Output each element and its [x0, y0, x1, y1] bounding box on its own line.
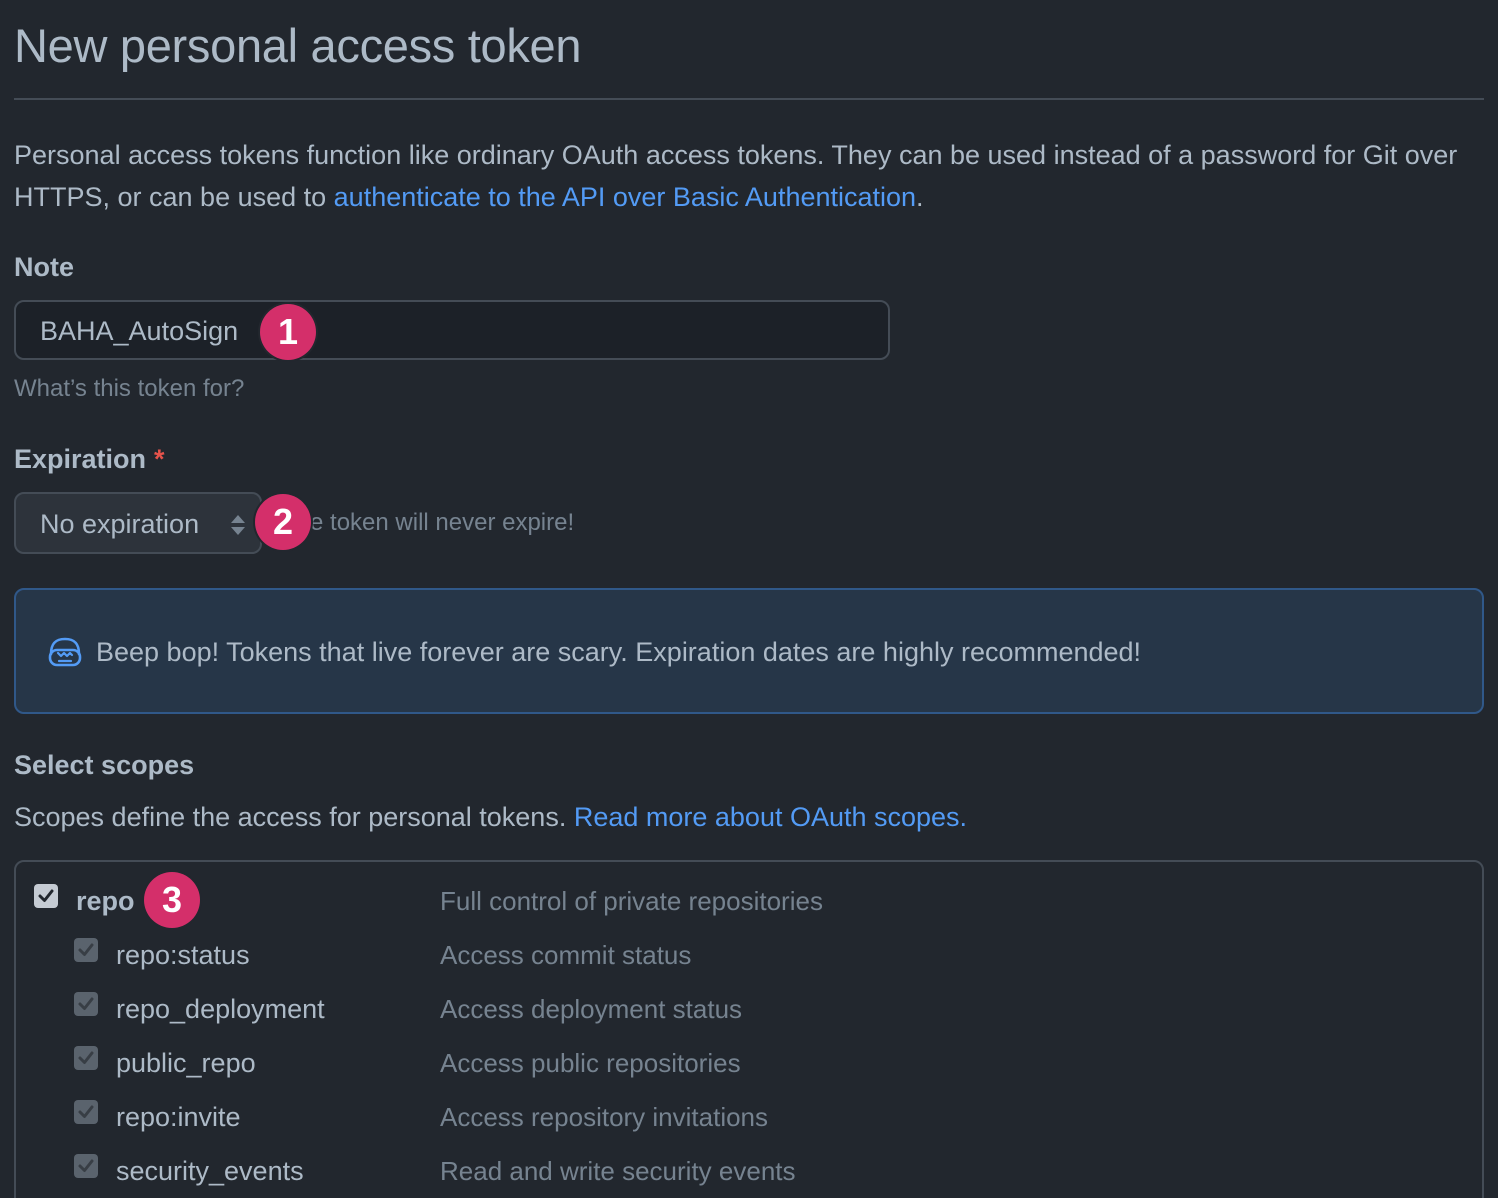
- scope-description: Access public repositories: [440, 1048, 741, 1078]
- note-input-value[interactable]: BAHA_AutoSign: [40, 316, 238, 347]
- step-badge-2: 2: [255, 494, 311, 550]
- scope-checkbox-repo[interactable]: [34, 884, 58, 908]
- oauth-scopes-link[interactable]: Read more about OAuth scopes.: [574, 802, 967, 832]
- expiration-label-text: Expiration: [14, 444, 147, 474]
- token-page: New personal access token Personal acces…: [0, 0, 1498, 1198]
- warning-text: Beep bop! Tokens that live forever are s…: [96, 637, 1142, 667]
- scope-name[interactable]: repo_deployment: [116, 994, 325, 1025]
- checkmark-icon: [78, 1159, 94, 1172]
- checkmark-icon: [78, 943, 94, 956]
- scopes-list: repo Full control of private repositorie…: [14, 860, 1484, 1198]
- scope-description: Access repository invitations: [440, 1102, 769, 1132]
- title-divider: [14, 98, 1484, 100]
- scopes-description: Scopes define the access for personal to…: [14, 802, 967, 833]
- basic-auth-link[interactable]: authenticate to the API over Basic Authe…: [334, 182, 916, 212]
- required-mark: *: [154, 444, 165, 474]
- note-label: Note: [14, 252, 74, 282]
- checkmark-icon: [78, 997, 94, 1010]
- scope-row-public-repo: public_repo Access public repositories: [16, 1042, 1482, 1082]
- note-hint: What’s this token for?: [14, 375, 245, 402]
- scope-description: Read and write security events: [440, 1156, 796, 1186]
- step-badge-3: 3: [144, 872, 200, 928]
- scope-row-repo-status: repo:status Access commit status: [16, 934, 1482, 974]
- scope-row-security-events: security_events Read and write security …: [16, 1150, 1482, 1190]
- scope-row-repo-deployment: repo_deployment Access deployment status: [16, 988, 1482, 1028]
- scope-name[interactable]: public_repo: [116, 1048, 256, 1079]
- scope-checkbox-repo-status[interactable]: [74, 938, 98, 962]
- note-input[interactable]: BAHA_AutoSign: [14, 300, 890, 360]
- scope-checkbox-repo-invite[interactable]: [74, 1100, 98, 1124]
- checkmark-icon: [78, 1051, 94, 1064]
- expiration-label: Expiration *: [14, 444, 165, 475]
- copilot-icon: [48, 637, 82, 667]
- expiration-note: The token will never expire!: [282, 509, 575, 536]
- scope-description: Access deployment status: [440, 994, 743, 1024]
- scope-description: Full control of private repositories: [440, 886, 823, 916]
- scope-row-repo: repo Full control of private repositorie…: [16, 880, 1482, 920]
- checkmark-icon: [38, 889, 54, 902]
- scope-checkbox-security-events[interactable]: [74, 1154, 98, 1178]
- scopes-heading: Select scopes: [14, 750, 195, 780]
- scope-name[interactable]: security_events: [116, 1156, 304, 1187]
- expiration-select[interactable]: No expiration: [14, 492, 262, 554]
- intro-paragraph: Personal access tokens function like ord…: [14, 134, 1484, 218]
- scope-row-repo-invite: repo:invite Access repository invitation…: [16, 1096, 1482, 1136]
- scope-checkbox-repo-deployment[interactable]: [74, 992, 98, 1016]
- step-badge-1: 1: [260, 304, 316, 360]
- intro-text-end: .: [916, 182, 924, 212]
- scope-name[interactable]: repo:status: [116, 940, 250, 971]
- scopes-description-text: Scopes define the access for personal to…: [14, 802, 574, 832]
- expiration-warning-flash: Beep bop! Tokens that live forever are s…: [14, 588, 1484, 714]
- expiration-select-value[interactable]: No expiration: [40, 509, 199, 540]
- scope-description: Access commit status: [440, 940, 692, 970]
- scope-checkbox-public-repo[interactable]: [74, 1046, 98, 1070]
- checkmark-icon: [78, 1105, 94, 1118]
- page-title: New personal access token: [14, 19, 582, 72]
- scope-name[interactable]: repo: [76, 886, 135, 917]
- scope-name[interactable]: repo:invite: [116, 1102, 241, 1133]
- select-arrows-icon: [231, 515, 245, 535]
